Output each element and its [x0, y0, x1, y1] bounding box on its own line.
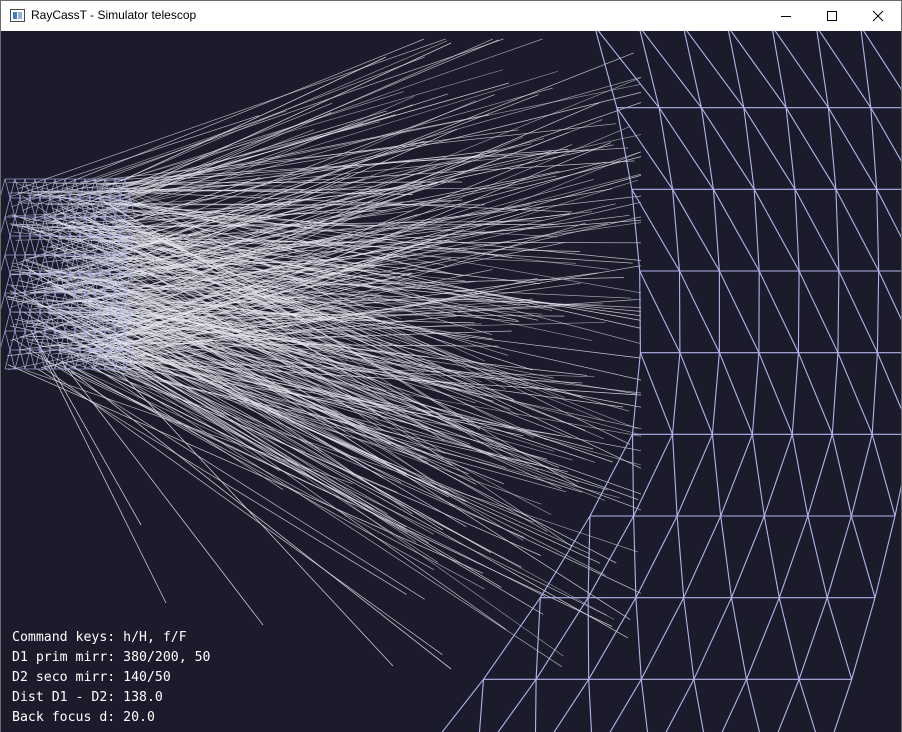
primary-mirror-text: D1 prim mirr: 380/200, 50: [12, 650, 211, 665]
mirror-distance-text: Dist D1 - D2: 138.0: [12, 690, 163, 705]
maximize-button[interactable]: [809, 1, 855, 31]
window-title: RayCassT - Simulator telescop: [31, 8, 197, 22]
maximize-icon: [827, 11, 837, 21]
app-window-icon: [10, 9, 25, 22]
close-button[interactable]: [855, 1, 901, 31]
app-window: RayCassT - Simulator telescop Command ke…: [0, 0, 902, 732]
ray-trace-scene: [1, 31, 901, 732]
command-keys-text: Command keys: h/H, f/F: [12, 630, 187, 645]
back-focus-text: Back focus d: 20.0: [12, 710, 155, 725]
minimize-icon: [781, 16, 791, 17]
info-panel: Command keys: h/H, f/F D1 prim mirr: 380/…: [12, 628, 211, 728]
telescope-render-viewport[interactable]: Command keys: h/H, f/F D1 prim mirr: 380/…: [1, 31, 901, 732]
close-icon: [872, 10, 884, 22]
minimize-button[interactable]: [763, 1, 809, 31]
title-bar[interactable]: RayCassT - Simulator telescop: [1, 1, 901, 31]
secondary-mirror-text: D2 seco mirr: 140/50: [12, 670, 171, 685]
light-ray-bundle: [6, 38, 642, 670]
